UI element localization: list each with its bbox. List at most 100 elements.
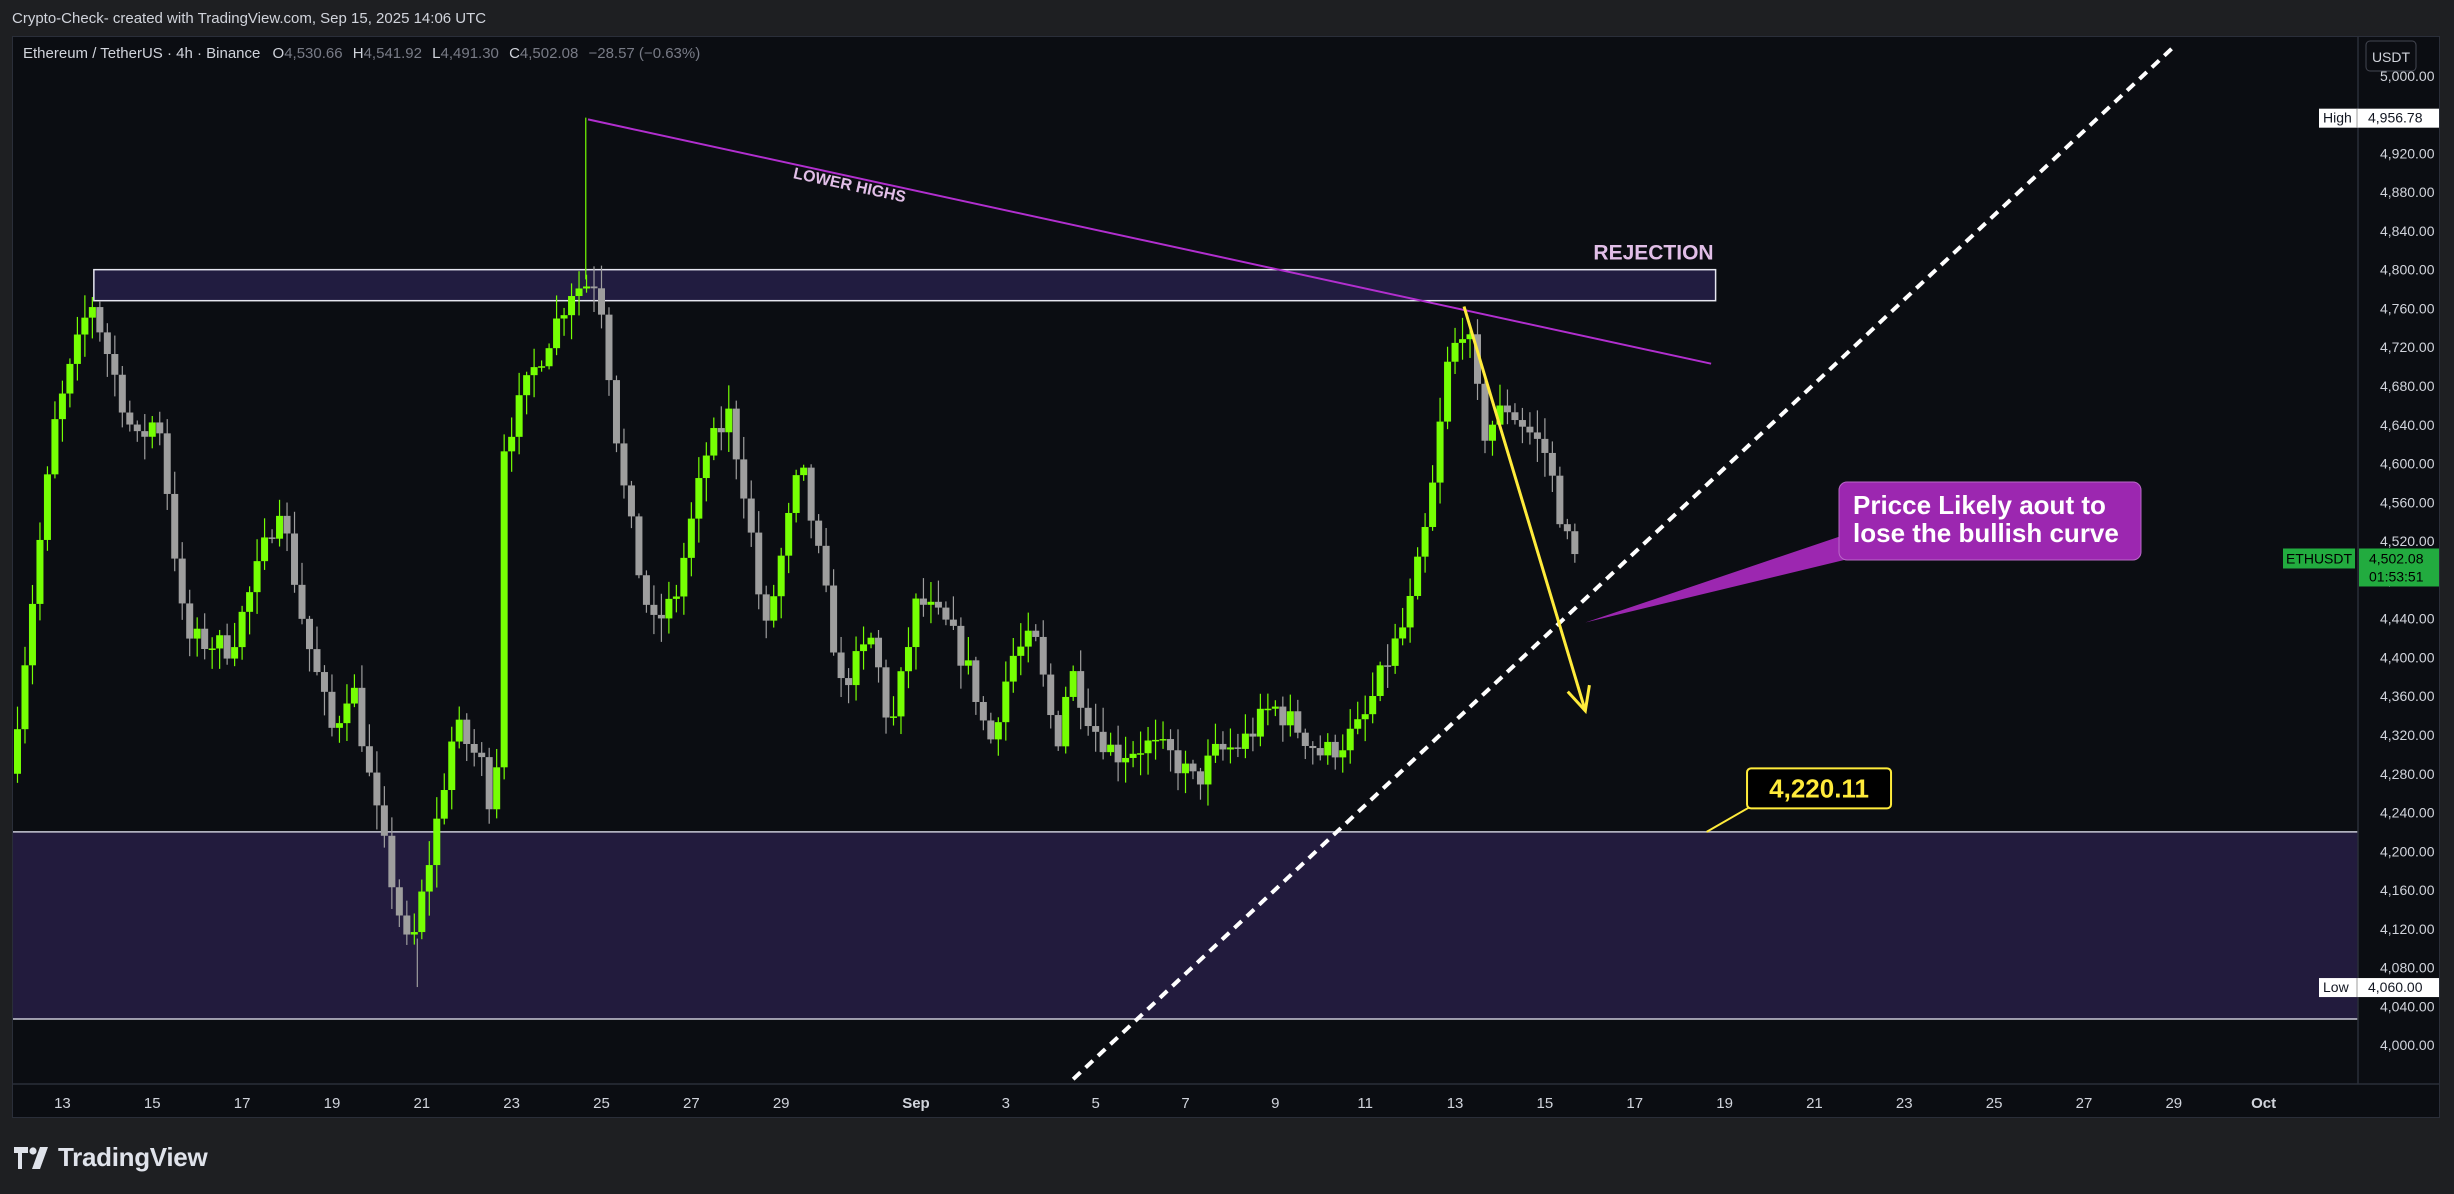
candle-body xyxy=(343,703,351,724)
candle-body xyxy=(620,443,628,486)
candle-body xyxy=(88,307,96,318)
candle-body xyxy=(1331,741,1339,758)
candle-body xyxy=(964,660,972,666)
candle-body xyxy=(178,558,186,604)
candle-body xyxy=(957,625,965,666)
candle-body xyxy=(21,665,29,730)
rejection-label: REJECTION xyxy=(1593,242,1713,265)
candle-body xyxy=(837,652,845,679)
time-tick-label: 11 xyxy=(1357,1095,1373,1112)
low-key: L xyxy=(432,45,441,62)
high-marker-value: 4,956.78 xyxy=(2368,110,2423,126)
candle-body xyxy=(298,584,306,619)
close-key: C xyxy=(509,45,520,62)
candle-body xyxy=(583,286,591,289)
candle-body xyxy=(642,575,650,605)
price-tick-label: 4,440.00 xyxy=(2380,611,2435,627)
candle-body xyxy=(238,611,246,648)
candle-body xyxy=(1361,714,1369,720)
candle-body xyxy=(1459,339,1467,343)
candle-body xyxy=(635,516,643,576)
support-zone xyxy=(13,831,2358,1020)
price-tick-label: 4,640.00 xyxy=(2380,417,2435,433)
candle-body xyxy=(770,596,778,621)
candle-body xyxy=(448,741,456,791)
high-value: 4,541.92 xyxy=(363,45,422,62)
time-tick-label: 19 xyxy=(1716,1095,1733,1112)
candle-body xyxy=(493,767,501,810)
candle-body xyxy=(328,691,336,728)
candle-body xyxy=(650,604,658,615)
candle-body xyxy=(1002,681,1010,723)
time-tick-label: 17 xyxy=(234,1095,251,1112)
candle-body xyxy=(126,412,134,425)
tradingview-logo[interactable]: TradingView xyxy=(14,1142,208,1173)
time-tick-label: 29 xyxy=(2165,1095,2182,1112)
price-tick-label: 4,160.00 xyxy=(2380,882,2435,898)
candle-body xyxy=(508,436,516,452)
level-label-text: 4,220.11 xyxy=(1769,773,1869,803)
candle-body xyxy=(246,592,254,612)
candle-body xyxy=(403,915,411,935)
candle-body xyxy=(51,419,59,475)
candle-body xyxy=(276,515,284,539)
candle-body xyxy=(672,596,680,599)
attribution-bar: Crypto-Check- created with TradingView.c… xyxy=(0,0,2454,36)
candle-body xyxy=(283,515,291,534)
candle-body xyxy=(777,555,785,597)
candle-body xyxy=(755,532,763,595)
candle-body xyxy=(1556,475,1564,525)
candle-body xyxy=(740,459,748,499)
chart-frame[interactable]: REJECTION LOWER HIGHS Pricce Likely aout t… xyxy=(12,36,2440,1118)
candle-body xyxy=(223,635,231,659)
candle-body xyxy=(597,288,605,315)
candle-body xyxy=(463,719,471,744)
candle-body xyxy=(231,647,239,659)
time-tick-label: 27 xyxy=(683,1095,700,1112)
candle-body xyxy=(1077,671,1085,708)
candle-body xyxy=(1219,743,1227,750)
price-tick-label: 4,280.00 xyxy=(2380,766,2435,782)
candle-body xyxy=(216,635,224,649)
candle-body xyxy=(1309,745,1317,749)
candle-body xyxy=(470,743,478,753)
candle-body xyxy=(1234,747,1242,749)
candle-body xyxy=(904,647,912,672)
candle-body xyxy=(81,317,89,335)
time-tick-label: 7 xyxy=(1181,1095,1189,1112)
candle-body xyxy=(680,557,688,597)
candle-body xyxy=(1271,706,1279,709)
candle-body xyxy=(320,672,328,692)
low-marker-label: Low xyxy=(2323,979,2350,995)
time-tick-label: 3 xyxy=(1002,1095,1010,1112)
price-tick-label: 4,600.00 xyxy=(2380,456,2435,472)
callout-text-line2: lose the bullish curve xyxy=(1853,518,2119,548)
candle-body xyxy=(1107,744,1115,753)
candle-body xyxy=(1548,452,1556,476)
candle-body xyxy=(1114,744,1122,763)
candle-body xyxy=(1039,636,1047,675)
candle-body xyxy=(1391,638,1399,666)
candle-body xyxy=(515,395,523,437)
candle-body xyxy=(987,720,995,740)
candle-body xyxy=(1481,383,1489,441)
open-value: 4,530.66 xyxy=(284,45,343,62)
candle-body xyxy=(1152,739,1160,742)
change-value: −28.57 (−0.63%) xyxy=(588,45,701,62)
candle-body xyxy=(253,561,261,593)
candle-body xyxy=(335,723,343,728)
candle-body xyxy=(1346,728,1354,751)
candle-body xyxy=(875,637,883,668)
price-tick-label: 4,320.00 xyxy=(2380,727,2435,743)
tradingview-logo-icon xyxy=(14,1146,48,1169)
candle-body xyxy=(1241,733,1249,749)
candle-body xyxy=(710,428,718,456)
candle-body xyxy=(627,485,635,517)
candle-body xyxy=(156,422,164,434)
candle-body xyxy=(1122,757,1130,763)
callout-text-line1: Pricce Likely aout to xyxy=(1853,490,2106,520)
price-chart[interactable]: REJECTIONLOWER HIGHSPricce Likely aout t… xyxy=(13,37,2440,1118)
candle-body xyxy=(440,790,448,819)
candle-body xyxy=(410,932,418,935)
candle-body xyxy=(365,746,373,773)
